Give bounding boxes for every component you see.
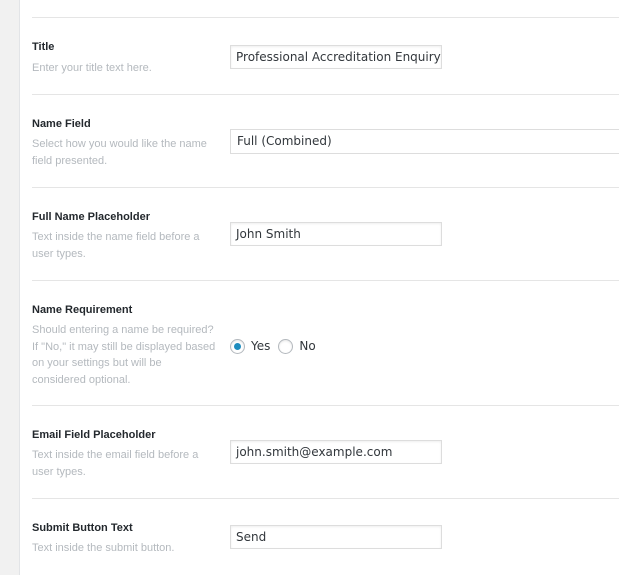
radio-checked-dot — [234, 342, 241, 350]
name-requirement-description: Should entering a name be required? If "… — [32, 324, 216, 386]
submit-text-input[interactable]: Send — [230, 525, 442, 549]
divider — [32, 94, 619, 95]
divider — [32, 280, 619, 281]
full-name-placeholder-description: Text inside the name field before a user… — [32, 231, 200, 260]
name-field-select[interactable]: Full (Combined) — [230, 129, 619, 154]
full-name-placeholder-label: Full Name Placeholder — [32, 211, 150, 223]
full-name-placeholder-input[interactable]: John Smith — [230, 222, 442, 246]
title-label: Title — [32, 41, 55, 53]
name-field-label: Name Field — [32, 118, 91, 130]
divider — [32, 187, 619, 188]
title-input[interactable]: Professional Accreditation Enquiry — [230, 45, 442, 69]
email-placeholder-label: Email Field Placeholder — [32, 429, 156, 441]
divider — [32, 17, 619, 18]
name-requirement-yes-label[interactable]: Yes — [251, 339, 270, 353]
divider — [32, 498, 619, 499]
email-placeholder-description: Text inside the email field before a use… — [32, 449, 199, 478]
title-description: Enter your title text here. — [32, 62, 152, 74]
name-requirement-label: Name Requirement — [32, 304, 133, 316]
settings-panel: Title Enter your title text here. Profes… — [19, 0, 619, 575]
name-field-description: Select how you would like the name field… — [32, 138, 207, 167]
submit-text-label: Submit Button Text — [32, 522, 133, 534]
name-requirement-no-label[interactable]: No — [299, 339, 315, 353]
divider — [32, 405, 619, 406]
submit-text-description: Text inside the submit button. — [32, 542, 175, 554]
email-placeholder-input[interactable]: john.smith@example.com — [230, 440, 442, 464]
name-requirement-radio-group: Yes No — [230, 337, 324, 355]
name-requirement-no-radio[interactable] — [278, 338, 294, 354]
name-requirement-yes-radio[interactable] — [230, 338, 245, 354]
